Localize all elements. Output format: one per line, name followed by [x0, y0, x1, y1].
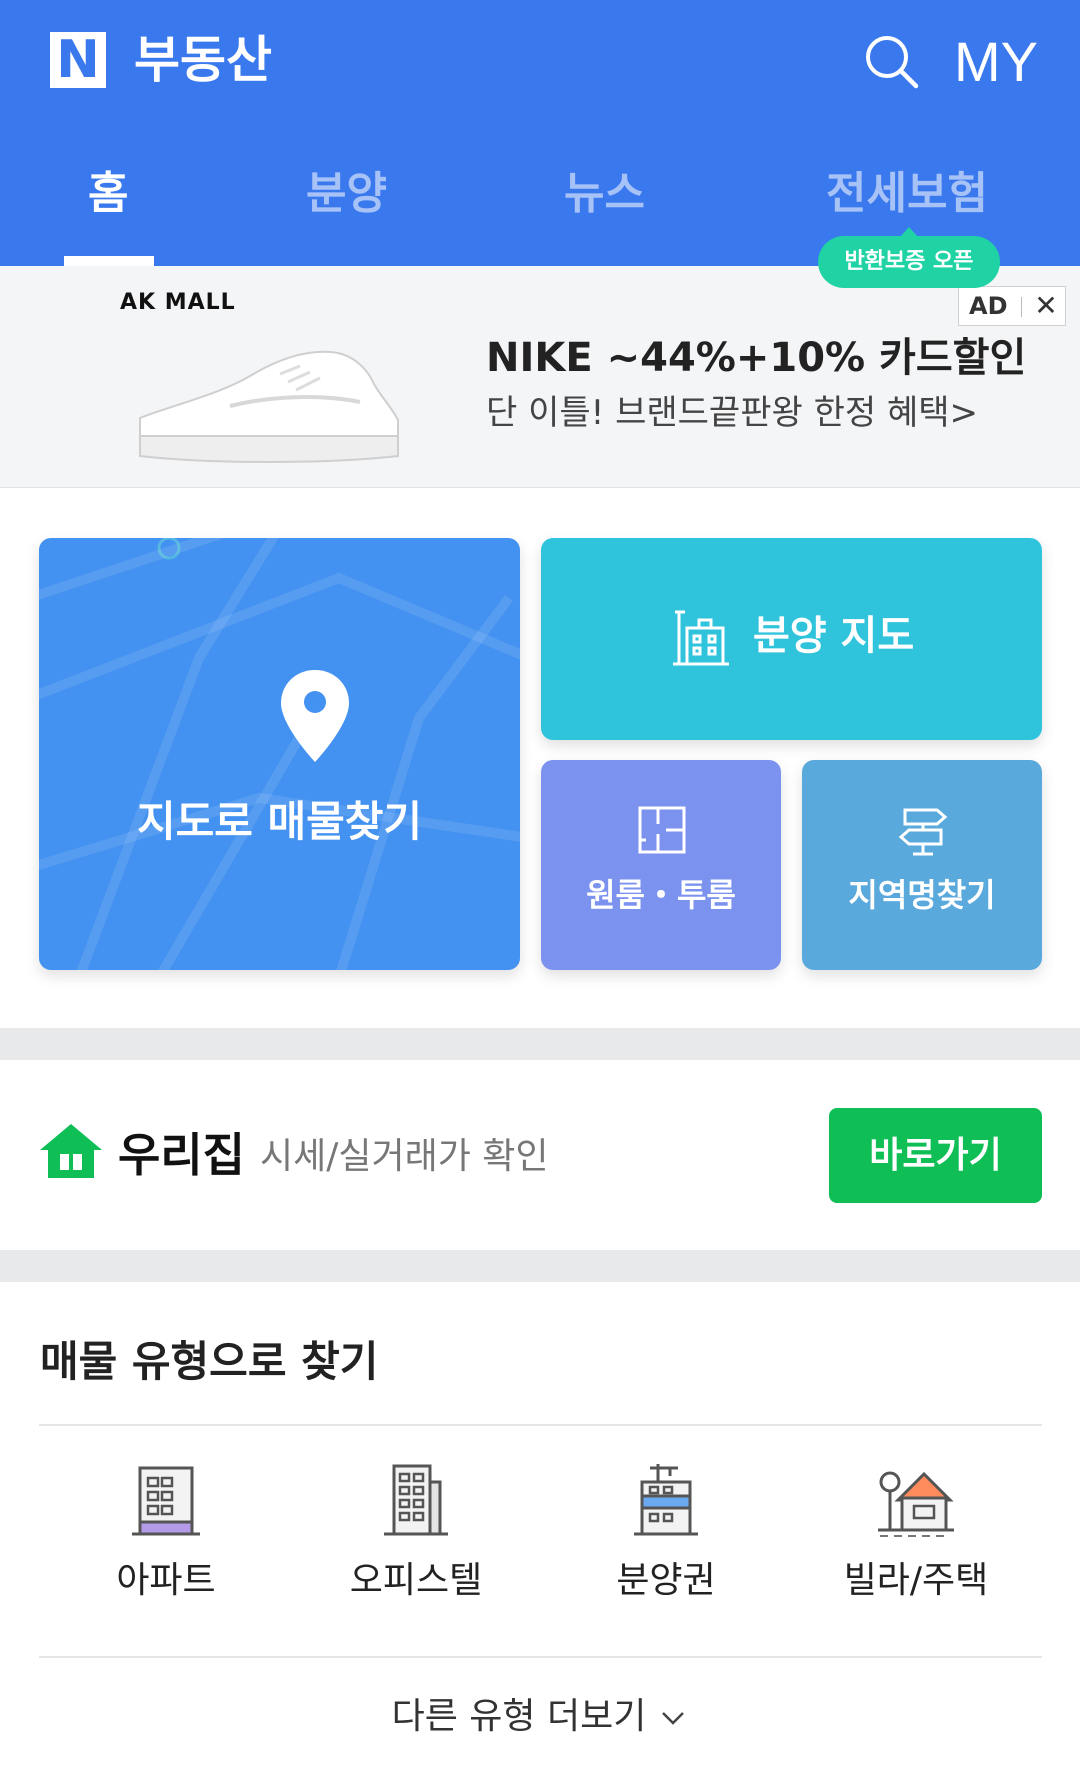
- more-types-label: 다른 유형 더보기: [391, 1696, 647, 1737]
- house-icon: [40, 1124, 102, 1178]
- property-type-label: 아파트: [116, 1560, 216, 1601]
- ad-separator: [1021, 297, 1022, 317]
- property-type-apartment[interactable]: 아파트: [66, 1460, 266, 1610]
- property-type-officetel[interactable]: 오피스텔: [316, 1460, 516, 1610]
- our-home-title: 우리집: [118, 1128, 245, 1182]
- our-home-go-button[interactable]: 바로가기: [829, 1108, 1042, 1203]
- tab-news[interactable]: 뉴스: [564, 164, 645, 224]
- ad-banner[interactable]: AK MALL NIKE ~44%+10% 카드할인 단 이틀! 브랜드끝판왕 …: [0, 266, 1080, 488]
- property-type-label: 빌라/주택: [843, 1560, 989, 1601]
- map-search-card[interactable]: 지도로 매물찾기: [39, 538, 520, 970]
- our-home-description: 시세/실거래가 확인: [260, 1136, 549, 1177]
- ad-brand-logo: AK MALL: [120, 290, 236, 315]
- sneaker-image: [139, 350, 399, 463]
- ad-subtitle: 단 이틀! 브랜드끝판왕 한정 혜택>: [486, 393, 978, 433]
- chevron-down-icon: [662, 1712, 685, 1725]
- oneroom-card[interactable]: 원룸・투룸: [541, 760, 781, 970]
- officetel-icon: [384, 1464, 448, 1536]
- ad-label: AD: [969, 292, 1008, 320]
- signpost-icon: [898, 808, 948, 856]
- more-property-types-button[interactable]: 다른 유형 더보기: [0, 1690, 1080, 1744]
- property-type-label: 분양권: [616, 1560, 716, 1601]
- region-search-card[interactable]: 지역명찾기: [802, 760, 1042, 970]
- section-divider: [0, 1250, 1080, 1282]
- property-type-label: 오피스텔: [349, 1560, 483, 1601]
- bunyang-map-label: 분양 지도: [753, 613, 915, 659]
- bunyang-map-card[interactable]: 분양 지도: [541, 538, 1042, 740]
- property-type-presale-right[interactable]: 분양권: [566, 1460, 766, 1610]
- tab-home[interactable]: 홈: [88, 164, 128, 224]
- ad-title: NIKE ~44%+10% 카드할인: [486, 335, 1027, 381]
- app-header: N 부동산 MY 홈 분양 뉴스 전세보험: [0, 0, 1080, 266]
- section-rule: [39, 1424, 1042, 1426]
- tab-jeonse-insurance[interactable]: 전세보험: [826, 164, 988, 224]
- presale-building-icon: [634, 1464, 698, 1536]
- naver-logo[interactable]: N: [50, 32, 106, 88]
- apartment-icon: [132, 1466, 200, 1536]
- my-button[interactable]: MY: [954, 28, 1038, 96]
- active-tab-indicator: [64, 256, 154, 266]
- region-search-label: 지역명찾기: [848, 876, 996, 914]
- tab-bunyang[interactable]: 분양: [306, 164, 387, 224]
- search-icon[interactable]: [860, 30, 924, 94]
- tab-badge: 반환보증 오픈: [818, 227, 1000, 288]
- section-rule: [39, 1656, 1042, 1658]
- property-type-section-title: 매물 유형으로 찾기: [40, 1337, 379, 1386]
- building-icon: [673, 610, 729, 666]
- map-search-label: 지도로 매물찾기: [136, 797, 423, 846]
- brand-title[interactable]: 부동산: [134, 26, 272, 94]
- ad-mark: AD ✕: [958, 286, 1066, 326]
- property-type-villa-house[interactable]: 빌라/주택: [816, 1460, 1016, 1610]
- villa-house-icon: [878, 1471, 954, 1537]
- oneroom-label: 원룸・투룸: [586, 876, 736, 914]
- floorplan-icon: [638, 806, 686, 854]
- close-icon[interactable]: ✕: [1031, 287, 1061, 325]
- section-divider: [0, 1028, 1080, 1060]
- location-pin-icon: [281, 670, 349, 762]
